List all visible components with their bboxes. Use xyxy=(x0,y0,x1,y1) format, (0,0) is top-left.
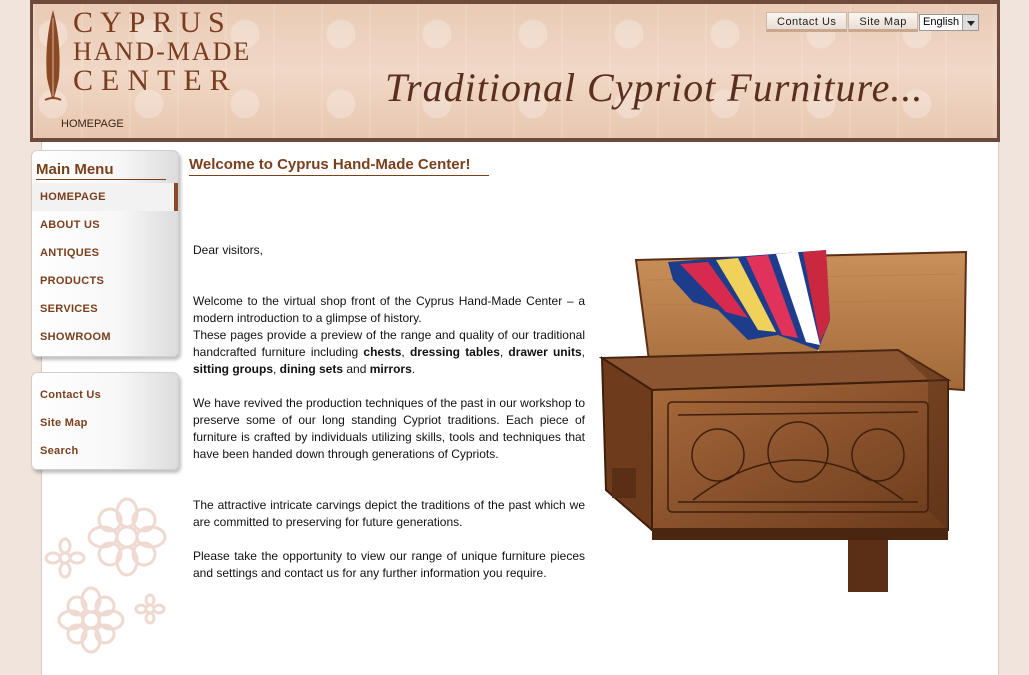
keyword-dining-sets: dining sets xyxy=(279,362,344,376)
logo-line3: CENTER xyxy=(73,64,238,97)
menu-item-about-us[interactable]: ABOUT US xyxy=(32,211,178,239)
menu-item-products[interactable]: PRODUCTS xyxy=(32,267,178,295)
logo-line2: HAND-MADE xyxy=(73,37,252,66)
menu-item-search[interactable]: Search xyxy=(32,437,178,465)
keyword-chests: chests xyxy=(363,345,402,359)
menu-item-antiques[interactable]: ANTIQUES xyxy=(32,239,178,267)
secondary-menu-list: Contact Us Site Map Search xyxy=(32,381,178,465)
welcome-text: Dear visitors, Welcome to the virtual sh… xyxy=(193,242,585,599)
carvings-paragraph: The attractive intricate carvings depict… xyxy=(193,498,585,529)
top-links: Contact Us Site Map xyxy=(766,12,919,32)
secondary-menu: Contact Us Site Map Search xyxy=(31,372,179,470)
keyword-mirrors: mirrors xyxy=(369,362,412,376)
menu-item-homepage[interactable]: HOMEPAGE xyxy=(32,183,178,211)
language-value: English xyxy=(923,16,960,28)
language-select[interactable]: English xyxy=(919,14,979,31)
dropdown-arrow-icon[interactable] xyxy=(962,15,978,30)
breadcrumb[interactable]: HOMEPAGE xyxy=(61,118,124,130)
intro-paragraph: Welcome to the virtual shop front of the… xyxy=(193,294,585,376)
top-site-map-link[interactable]: Site Map xyxy=(848,12,918,32)
logo-line1: CYPRUS xyxy=(73,6,232,39)
keyword-drawer-units: drawer units xyxy=(508,345,582,359)
menu-item-showroom[interactable]: SHOWROOM xyxy=(32,323,178,351)
top-contact-us-link[interactable]: Contact Us xyxy=(766,12,848,32)
main-menu-title: Main Menu xyxy=(36,161,166,180)
menu-item-site-map[interactable]: Site Map xyxy=(32,409,178,437)
page-title: Welcome to Cyprus Hand-Made Center! xyxy=(189,156,489,176)
keyword-sitting-groups: sitting groups xyxy=(193,362,273,376)
contact-paragraph: Please take the opportunity to view our … xyxy=(193,549,585,580)
menu-item-contact-us[interactable]: Contact Us xyxy=(32,381,178,409)
greeting: Dear visitors, xyxy=(193,243,264,257)
intro-line: Welcome to the virtual shop front of the… xyxy=(193,294,585,325)
cypress-tree-logo-icon xyxy=(44,10,62,101)
main-menu: Main Menu HOMEPAGE ABOUT US ANTIQUES PRO… xyxy=(31,150,179,357)
site-logo[interactable]: CYPRUS HAND-MADE CENTER xyxy=(73,8,251,96)
decorative-flowers-icon xyxy=(44,497,167,654)
tagline: Traditional Cypriot Furniture... xyxy=(385,65,924,110)
site-header: CYPRUS HAND-MADE CENTER Traditional Cypr… xyxy=(30,0,1000,142)
keyword-dressing-tables: dressing tables xyxy=(409,345,500,359)
menu-item-services[interactable]: SERVICES xyxy=(32,295,178,323)
main-menu-list: HOMEPAGE ABOUT US ANTIQUES PRODUCTS SERV… xyxy=(32,183,178,351)
workshop-paragraph: We have revived the production technique… xyxy=(193,396,585,461)
carved-chest-image xyxy=(598,250,968,592)
